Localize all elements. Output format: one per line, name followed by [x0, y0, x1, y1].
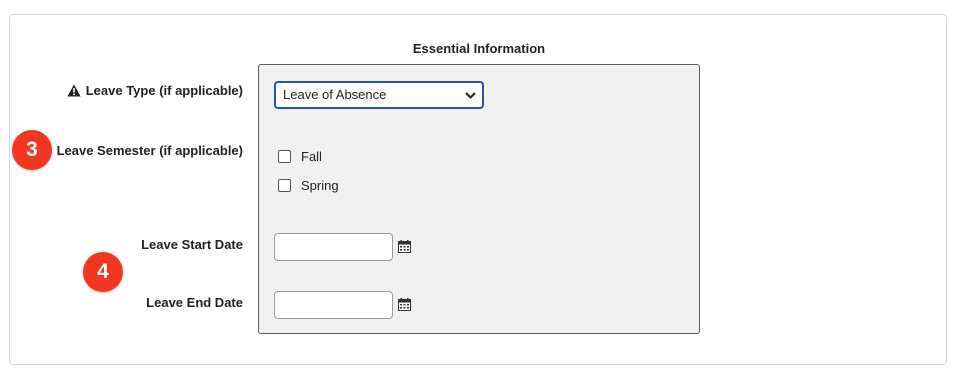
leave-end-date-label: Leave End Date: [146, 295, 243, 310]
leave-type-select[interactable]: Leave of Absence: [274, 81, 484, 109]
semester-option-spring[interactable]: Spring: [278, 178, 339, 194]
annotation-badge-4: 4: [83, 252, 123, 292]
spring-label: Spring: [301, 178, 339, 193]
chevron-down-icon: [465, 92, 476, 99]
leave-type-selected-value: Leave of Absence: [283, 87, 387, 102]
section-title: Essential Information: [412, 41, 546, 56]
spring-checkbox[interactable]: [278, 179, 291, 192]
warning-icon: [67, 84, 81, 97]
leave-type-label: Leave Type (if applicable): [85, 83, 243, 98]
leave-end-date-input[interactable]: [274, 291, 393, 319]
annotation-badge-3: 3: [12, 130, 52, 170]
fall-label: Fall: [301, 149, 322, 164]
calendar-icon[interactable]: [398, 240, 411, 253]
leave-start-date-label: Leave Start Date: [141, 237, 243, 252]
semester-option-fall[interactable]: Fall: [278, 149, 322, 165]
leave-semester-label: Leave Semester (if applicable): [56, 143, 243, 158]
leave-start-date-input[interactable]: [274, 233, 393, 261]
calendar-icon[interactable]: [398, 298, 411, 311]
leave-type-label-row: Leave Type (if applicable): [67, 83, 243, 98]
fall-checkbox[interactable]: [278, 150, 291, 163]
